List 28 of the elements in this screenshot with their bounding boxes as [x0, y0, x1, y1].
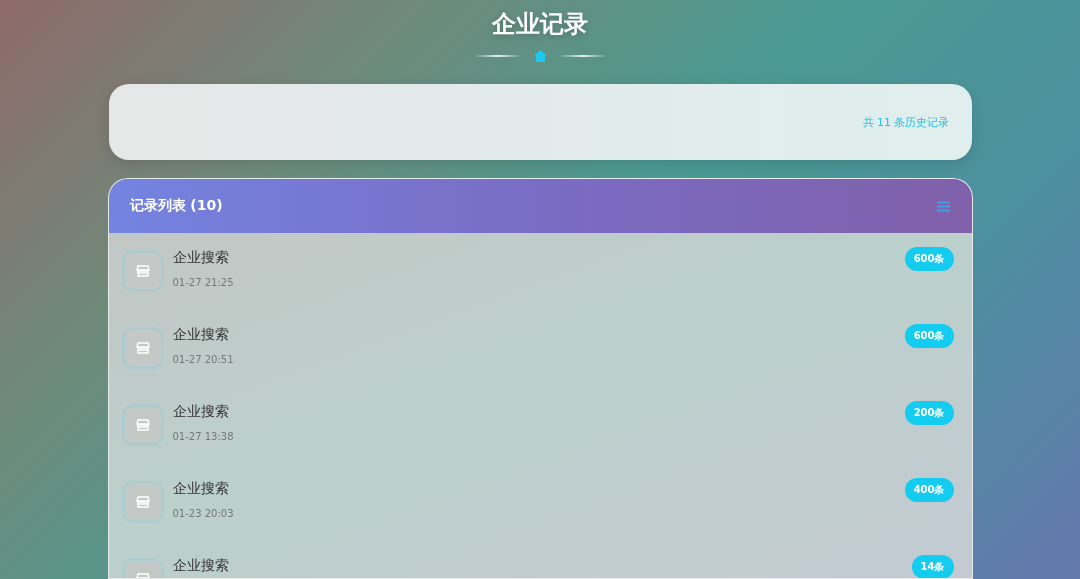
record-count: 共 11 条历史记录: [862, 114, 950, 130]
record-time: 01-23 20:03: [172, 508, 235, 519]
record-time: 01-27 13:38: [172, 431, 235, 442]
list-title: 记录列表 (10): [129, 197, 223, 215]
record-title: 企业搜索: [172, 248, 230, 267]
record-item[interactable]: 企业搜索 14条: [108, 541, 972, 578]
record-title: 企业搜索: [172, 556, 230, 575]
store-icon: [124, 330, 161, 366]
count-badge: 14条: [911, 555, 954, 578]
record-item[interactable]: 企业搜索 01-27 21:25 600条: [108, 233, 972, 310]
count-badge: 600条: [904, 324, 954, 348]
page-title: 企业记录: [492, 9, 588, 40]
record-title: 企业搜索: [172, 402, 230, 421]
store-icon: [124, 253, 161, 289]
store-icon: [124, 484, 161, 520]
record-time: 01-27 20:51: [172, 354, 235, 365]
record-item[interactable]: 企业搜索 01-23 20:03 400条: [108, 464, 972, 541]
record-item[interactable]: 企业搜索 01-27 20:51 600条: [108, 310, 972, 387]
count-badge: 200条: [904, 401, 954, 425]
record-time: 01-27 21:25: [172, 277, 235, 288]
record-title: 企业搜索: [172, 479, 230, 498]
count-badge: 400条: [904, 478, 954, 502]
home-icon: [533, 50, 547, 62]
record-item[interactable]: 企业搜索 01-27 13:38 200条: [108, 387, 972, 464]
store-icon: [124, 407, 161, 443]
record-title: 企业搜索: [172, 325, 230, 344]
count-badge: 600条: [904, 247, 954, 271]
menu-icon[interactable]: [936, 200, 950, 212]
